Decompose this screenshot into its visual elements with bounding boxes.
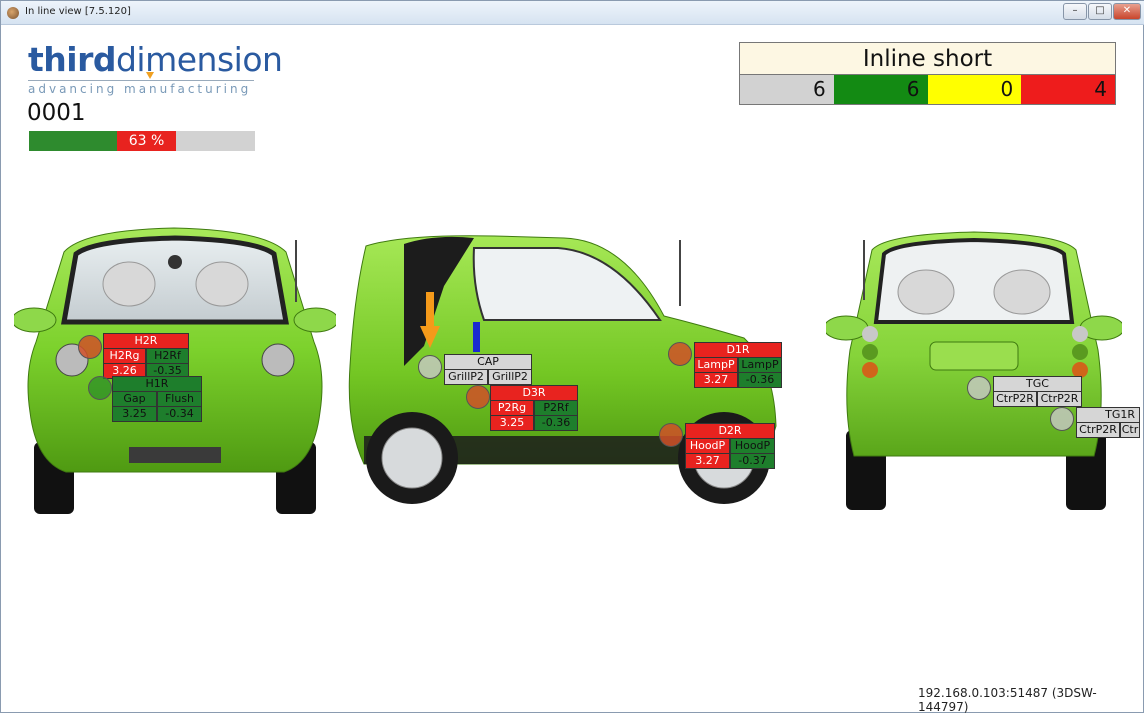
part-counter: 0001 — [27, 100, 86, 126]
app-icon — [7, 7, 19, 19]
tgc-col2: CtrP2R — [1037, 391, 1082, 407]
d1r-val2: -0.36 — [738, 372, 782, 388]
d2r-val2: -0.37 — [730, 453, 775, 469]
h2r-col2: H2Rf — [146, 348, 189, 364]
d1r-marker[interactable] — [668, 342, 692, 366]
count-yellow: 0 — [927, 75, 1022, 104]
logo-triangle-icon — [146, 72, 154, 79]
maximize-button[interactable]: □ — [1088, 3, 1112, 20]
h1r-col2: Flush — [157, 391, 202, 407]
cap-title[interactable]: CAP — [444, 354, 532, 370]
d1r-title[interactable]: D1R — [694, 342, 782, 358]
h1r-col1: Gap — [112, 391, 157, 407]
car-rear-view — [826, 231, 1122, 510]
d3r-marker[interactable] — [466, 385, 490, 409]
d1r-col1: LampP — [694, 357, 738, 373]
window-title: In line view [7.5.120] — [25, 6, 131, 17]
progress-green — [29, 131, 117, 151]
title-bar[interactable]: In line view [7.5.120] – □ ✕ — [1, 1, 1144, 25]
tgc-title[interactable]: TGC — [993, 376, 1082, 392]
minimize-button[interactable]: – — [1063, 3, 1087, 20]
h2r-title[interactable]: H2R — [103, 333, 189, 349]
h2r-marker[interactable] — [78, 335, 102, 359]
brand-logo: thirddimension advancing manufacturing — [28, 40, 283, 100]
tg1r-marker[interactable] — [1050, 407, 1074, 431]
tgc-col1: CtrP2R — [993, 391, 1037, 407]
d2r-val1: 3.27 — [685, 453, 730, 469]
count-green: 6 — [833, 75, 928, 104]
summary-panel: Inline short 6 6 0 4 — [739, 42, 1116, 105]
h1r-marker[interactable] — [88, 376, 112, 400]
tg1r-title[interactable]: TG1R — [1076, 407, 1140, 423]
progress-red: 63 % — [117, 131, 176, 151]
h1r-val2: -0.34 — [157, 406, 202, 422]
cap-marker[interactable] — [418, 355, 442, 379]
count-red: 4 — [1021, 75, 1115, 104]
d2r-col1: HoodP — [685, 438, 730, 454]
d3r-col1: P2Rg — [490, 400, 534, 416]
logo-divider — [28, 80, 254, 81]
d2r-col2: HoodP — [730, 438, 775, 454]
h2r-col1: H2Rg — [103, 348, 146, 364]
tgc-marker[interactable] — [967, 376, 991, 400]
d3r-val2: -0.36 — [534, 415, 578, 431]
close-button[interactable]: ✕ — [1113, 3, 1141, 20]
h1r-title[interactable]: H1R — [112, 376, 202, 392]
progress-bar: 63 % — [29, 131, 255, 151]
d2r-title[interactable]: D2R — [685, 423, 775, 439]
d1r-col2: LampP — [738, 357, 782, 373]
tg1r-col2: Ctr — [1120, 422, 1140, 438]
logo-wordmark: thirddimension — [28, 40, 283, 79]
tg1r-col1: CtrP2R — [1076, 422, 1120, 438]
connection-status: 192.168.0.103:51487 (3DSW-144797) — [918, 686, 1097, 714]
d2r-marker[interactable] — [659, 423, 683, 447]
summary-title: Inline short — [740, 43, 1115, 75]
d3r-val1: 3.25 — [490, 415, 534, 431]
d1r-val1: 3.27 — [694, 372, 738, 388]
cap-col1: GrillP2 — [444, 369, 488, 385]
logo-tagline: advancing manufacturing — [28, 82, 252, 96]
d3r-title[interactable]: D3R — [490, 385, 578, 401]
d3r-col2: P2Rf — [534, 400, 578, 416]
cap-col2: GrillP2 — [488, 369, 532, 385]
h1r-val1: 3.25 — [112, 406, 157, 422]
count-grey: 6 — [740, 75, 834, 104]
